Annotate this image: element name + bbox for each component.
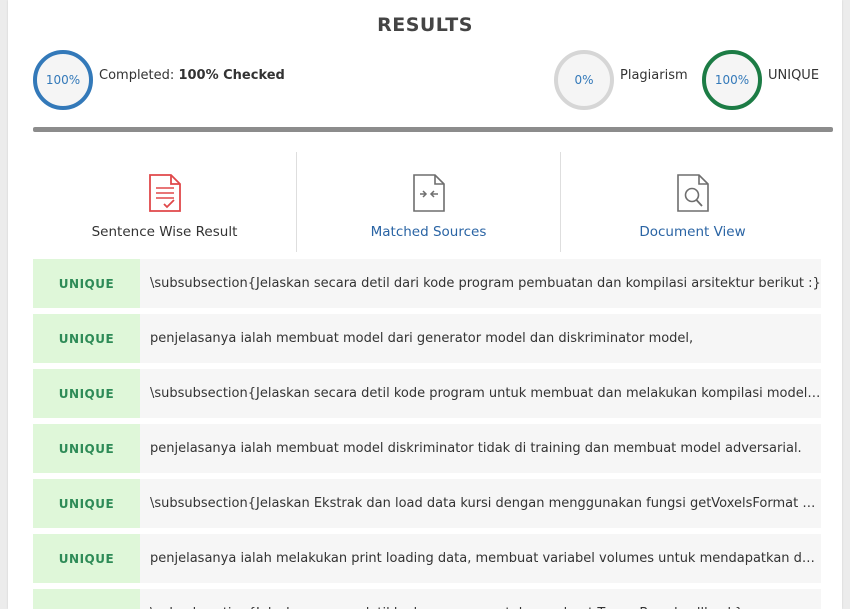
tab-document-view-label: Document View	[639, 224, 746, 240]
tab-document-view[interactable]: Document View	[560, 152, 824, 252]
completed-value: 100% Checked	[178, 68, 285, 83]
sentence-row[interactable]: UNIQUE\subsubsection{Jelaskan secara det…	[33, 589, 821, 609]
document-check-icon	[147, 172, 183, 218]
tab-matched-sources-label: Matched Sources	[370, 224, 487, 240]
unique-label: UNIQUE	[768, 68, 820, 83]
status-badge: UNIQUE	[33, 479, 140, 528]
compare-arrows-icon	[411, 172, 447, 218]
sentence-text: \subsubsection{Jelaskan secara detil dar…	[150, 276, 821, 291]
unique-percent: 100%	[714, 73, 750, 87]
sentence-text: \subsubsection{Jelaskan Ekstrak dan load…	[150, 496, 821, 511]
status-badge: UNIQUE	[33, 369, 140, 418]
status-badge: UNIQUE	[33, 259, 140, 308]
sentence-row[interactable]: UNIQUE penjelasanya ialah membuat model d…	[33, 424, 821, 473]
status-badge: UNIQUE	[33, 589, 140, 609]
sentence-text: penjelasanya ialah membuat model diskrim…	[150, 441, 802, 456]
plagiarism-percent: 0%	[574, 73, 594, 87]
sentence-text: penjelasanya ialah membuat model dari ge…	[150, 331, 694, 346]
sentence-row[interactable]: UNIQUE \subsubsection{Jelaskan secara det…	[33, 259, 821, 308]
completed-percent: 100%	[45, 73, 81, 87]
unique-ring: 100%	[702, 50, 762, 110]
tab-matched-sources[interactable]: Matched Sources	[296, 152, 560, 252]
sentence-text: \subsubsection{Jelaskan secara detil kod…	[150, 386, 821, 401]
plagiarism-label: Plagiarism	[620, 68, 688, 83]
status-badge: UNIQUE	[33, 424, 140, 473]
completed-stat: Completed: 100% Checked	[99, 68, 285, 83]
completed-progress-ring: 100%	[33, 50, 93, 110]
divider	[33, 127, 833, 132]
completed-label: Completed:	[99, 68, 175, 83]
results-card: RESULTS 100% Completed: 100% Checked 0% …	[8, 0, 842, 609]
status-badge: UNIQUE	[33, 534, 140, 583]
tab-sentence-wise-result-label: Sentence Wise Result	[91, 224, 238, 240]
plagiarism-ring: 0%	[554, 50, 614, 110]
sentence-row[interactable]: UNIQUE penjelasanya ialah melakukan print…	[33, 534, 821, 583]
sentence-row[interactable]: UNIQUE penjelasanya ialah membuat model d…	[33, 314, 821, 363]
sentence-row[interactable]: UNIQUE \subsubsection{Jelaskan secara det…	[33, 369, 821, 418]
tab-sentence-wise-result[interactable]: Sentence Wise Result	[33, 152, 296, 252]
sentence-row[interactable]: UNIQUE \subsubsection{Jelaskan Ekstrak da…	[33, 479, 821, 528]
page-title: RESULTS	[377, 14, 473, 36]
sentence-text: penjelasanya ialah melakukan print loadi…	[150, 551, 821, 566]
status-badge: UNIQUE	[33, 314, 140, 363]
document-search-icon	[675, 172, 711, 218]
